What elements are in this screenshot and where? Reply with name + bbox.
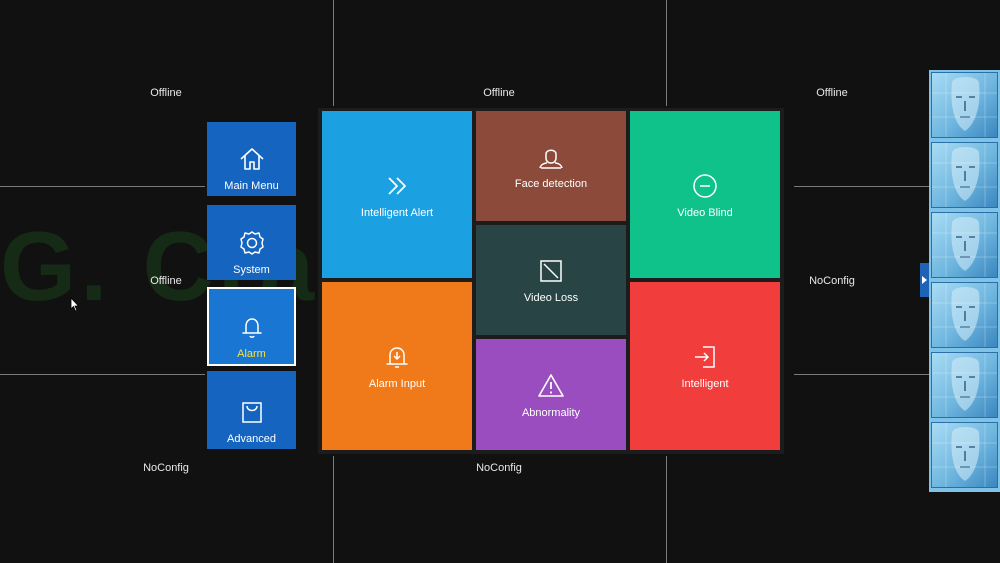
side-menu-advanced[interactable]: Advanced — [207, 371, 296, 449]
tile-label: Abnormality — [521, 406, 581, 419]
side-menu-label: Alarm — [237, 348, 266, 360]
tile-label: Alarm Input — [368, 378, 426, 390]
bell-icon — [241, 318, 262, 338]
alarm-bell-icon — [386, 347, 408, 368]
tile-intelligent-alert[interactable]: Intelligent Alert — [322, 111, 472, 278]
warning-triangle-icon — [538, 373, 564, 397]
face-capture-thumbnail[interactable] — [931, 142, 998, 208]
grid-divider — [666, 0, 667, 106]
camera-status: Offline — [150, 275, 182, 287]
expand-panel-button[interactable] — [920, 263, 929, 297]
camera-status: NoConfig — [143, 462, 189, 474]
grid-divider — [0, 374, 205, 375]
side-menu-alarm[interactable]: Alarm — [207, 287, 296, 366]
face-capture-thumbnail[interactable] — [931, 72, 998, 138]
tile-video-blind[interactable]: Video Blind — [630, 111, 780, 278]
bag-icon — [241, 402, 262, 423]
circle-minus-icon — [693, 173, 717, 198]
double-chevron-right-icon — [388, 176, 406, 195]
video-loss-icon — [540, 260, 562, 282]
tile-label: Video Loss — [523, 292, 579, 304]
grid-divider — [794, 374, 929, 375]
face-capture-thumbnail[interactable] — [931, 422, 998, 488]
face-capture-thumbnail[interactable] — [931, 352, 998, 418]
tile-label: Intelligent Alert — [360, 206, 434, 219]
gear-icon — [239, 231, 264, 255]
tile-face-detection[interactable]: Face detection — [476, 111, 626, 221]
camera-status: Offline — [150, 87, 182, 99]
face-capture-thumbnail[interactable] — [931, 282, 998, 348]
side-menu-label: Main Menu — [224, 180, 279, 192]
tile-video-loss[interactable]: Video Loss — [476, 225, 626, 335]
camera-status: NoConfig — [476, 462, 522, 474]
tile-label: Face detection — [514, 178, 588, 190]
grid-divider — [333, 0, 334, 106]
camera-status: NoConfig — [809, 275, 855, 287]
tile-abnormality[interactable]: Abnormality — [476, 339, 626, 450]
side-menu-main-menu[interactable]: Main Menu — [207, 122, 296, 196]
tile-label: Intelligent — [681, 378, 729, 390]
tile-intelligent[interactable]: Intelligent — [630, 282, 780, 450]
camera-status: Offline — [816, 87, 848, 99]
alarm-panel: Intelligent Alert Face detection Video B… — [318, 108, 784, 454]
grid-divider — [666, 456, 667, 563]
camera-status: Offline — [483, 87, 515, 99]
grid-divider — [794, 186, 929, 187]
grid-divider — [0, 186, 205, 187]
side-menu-label: Advanced — [227, 433, 276, 445]
tile-label: Video Blind — [677, 206, 733, 219]
mouse-cursor-icon — [70, 297, 80, 312]
side-menu-system[interactable]: System — [207, 205, 296, 280]
home-icon — [239, 148, 264, 170]
tile-alarm-input[interactable]: Alarm Input — [322, 282, 472, 450]
face-detection-icon — [539, 149, 563, 169]
face-capture-thumbnail[interactable] — [931, 212, 998, 278]
grid-divider — [333, 456, 334, 563]
side-menu-label: System — [233, 264, 270, 276]
enter-arrow-icon — [695, 346, 715, 368]
face-capture-strip — [929, 70, 1000, 492]
